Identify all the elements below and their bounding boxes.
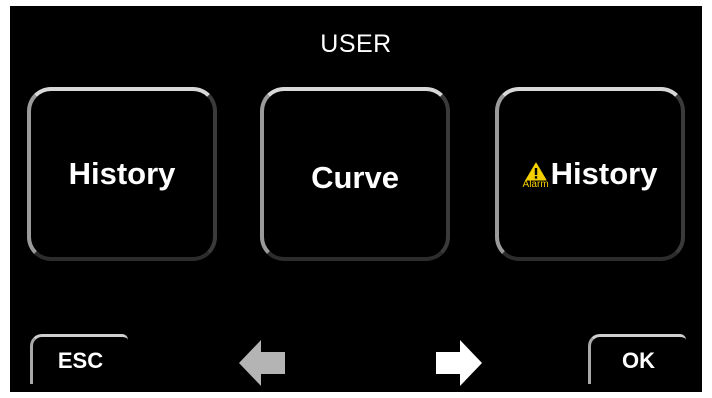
hmi-screen: USER History Curve Alarm History ESC OK <box>10 6 702 392</box>
history-button[interactable]: History <box>27 87 217 261</box>
esc-button[interactable]: ESC <box>30 334 128 384</box>
arrow-right-icon[interactable] <box>434 340 482 386</box>
history-button-label: History <box>68 156 176 191</box>
curve-button[interactable]: Curve <box>260 87 450 261</box>
alarm-history-button-label: History <box>550 156 658 191</box>
page-title: USER <box>320 30 392 58</box>
curve-button-label: Curve <box>311 160 399 195</box>
alarm-history-button[interactable]: Alarm History <box>495 87 685 261</box>
alarm-history-content: Alarm History <box>523 156 658 192</box>
alarm-badge: Alarm <box>523 162 549 190</box>
ok-button[interactable]: OK <box>588 334 686 384</box>
arrow-left-icon[interactable] <box>239 340 287 386</box>
alarm-label: Alarm <box>522 179 549 190</box>
